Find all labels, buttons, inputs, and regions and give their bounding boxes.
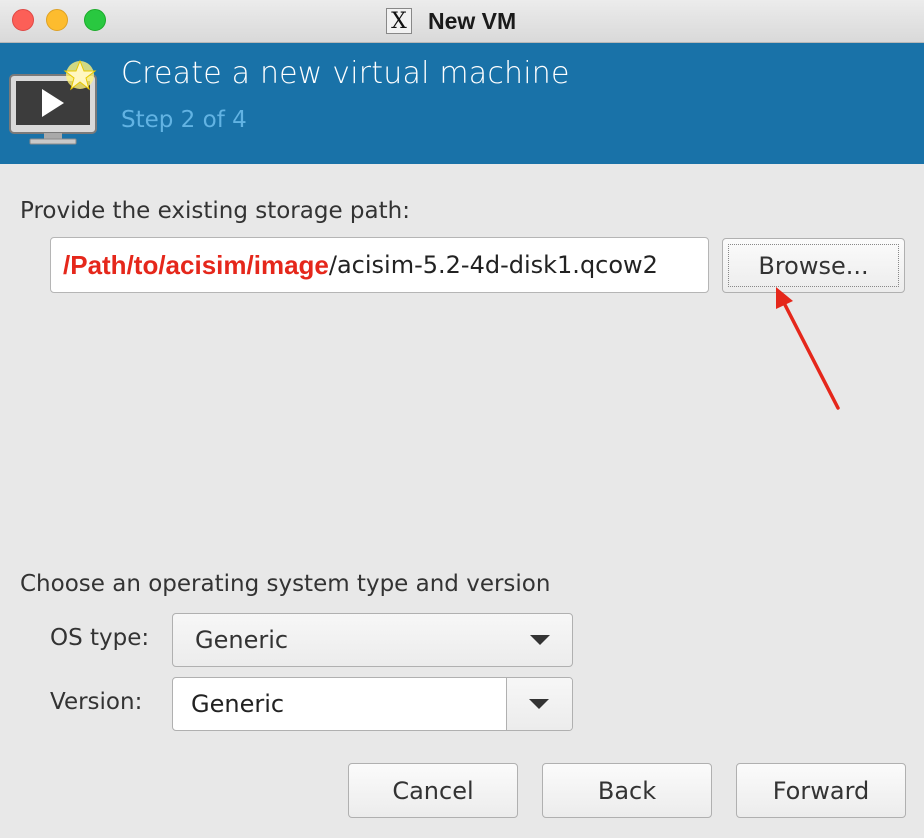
dropdown-caret-icon <box>530 635 550 645</box>
cancel-button-label: Cancel <box>392 776 474 805</box>
os-type-select[interactable]: Generic <box>172 613 573 667</box>
window-title: X New VM <box>386 6 516 36</box>
storage-path-label: Provide the existing storage path: <box>20 198 410 224</box>
path-highlight: /Path/to/acisim/image <box>63 249 329 280</box>
wizard-title: Create a new virtual machine <box>121 56 570 91</box>
window-title-text: New VM <box>428 7 517 34</box>
version-dropdown-button[interactable] <box>506 678 572 730</box>
os-type-value: Generic <box>195 626 289 654</box>
os-section-label: Choose an operating system type and vers… <box>20 571 551 597</box>
vm-monitor-icon <box>8 57 100 153</box>
annotation-arrow <box>776 287 840 410</box>
minimize-window-button[interactable] <box>46 9 68 31</box>
version-label: Version: <box>50 689 143 715</box>
forward-button-label: Forward <box>772 776 870 805</box>
forward-button[interactable]: Forward <box>736 763 906 818</box>
cancel-button[interactable]: Cancel <box>348 763 518 818</box>
back-button[interactable]: Back <box>542 763 712 818</box>
close-window-button[interactable] <box>12 9 34 31</box>
zoom-window-button[interactable] <box>84 9 106 31</box>
storage-path-input[interactable]: /Path/to/acisim/image/acisim-5.2-4d-disk… <box>50 237 709 293</box>
browse-focus-ring: Browse... <box>728 244 899 287</box>
x11-icon: X <box>386 8 412 34</box>
back-button-label: Back <box>597 776 657 805</box>
browse-button-label: Browse... <box>758 251 869 280</box>
os-type-label: OS type: <box>50 625 150 651</box>
wizard-step: Step 2 of 4 <box>121 107 247 133</box>
new-star-icon <box>63 59 97 91</box>
wizard-header: Create a new virtual machine Step 2 of 4 <box>0 43 924 164</box>
version-value[interactable]: Generic <box>191 678 284 730</box>
dropdown-caret-icon <box>529 699 549 709</box>
version-combo[interactable]: Generic <box>172 677 573 731</box>
path-filename: /acisim-5.2-4d-disk1.qcow2 <box>328 251 658 279</box>
window-titlebar: X New VM <box>0 0 924 43</box>
